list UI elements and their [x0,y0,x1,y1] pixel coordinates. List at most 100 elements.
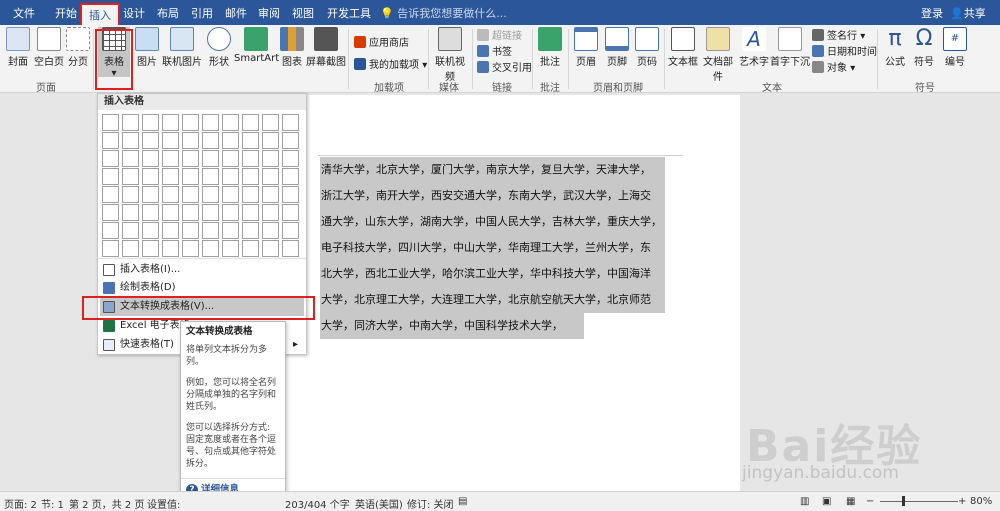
table-grid-cell[interactable] [122,150,139,167]
table-grid-cell[interactable] [142,240,159,257]
online-video-button[interactable]: 联机视频 [431,27,469,83]
wordart-button[interactable]: A 艺术字 [738,27,770,68]
cover-page-button[interactable]: 封面 [5,27,31,68]
hyperlink-button[interactable]: 超链接 [477,27,522,42]
smartart-button[interactable]: SmartArt [234,27,279,64]
table-grid-cell[interactable] [282,204,299,221]
footer-button[interactable]: 页脚 [605,27,629,68]
table-grid-cell[interactable] [182,150,199,167]
table-grid-cell[interactable] [142,114,159,131]
symbol-button[interactable]: Ω 符号 [911,27,937,69]
table-grid-cell[interactable] [282,168,299,185]
table-grid-cell[interactable] [282,132,299,149]
table-grid-cell[interactable] [242,150,259,167]
table-grid-cell[interactable] [242,204,259,221]
table-grid-cell[interactable] [282,222,299,239]
table-grid-cell[interactable] [262,114,279,131]
table-grid-cell[interactable] [222,114,239,131]
tab-insert[interactable]: 插入 [80,3,120,25]
table-grid-cell[interactable] [102,240,119,257]
table-grid-cell[interactable] [262,240,279,257]
tab-references[interactable]: 引用 [191,5,213,21]
selected-text-line[interactable]: 大学，同济大学，中南大学，中国科学技术大学， [320,313,584,339]
table-grid-cell[interactable] [142,186,159,203]
macro-icon[interactable]: ▤ [458,496,467,507]
table-grid-cell[interactable] [162,132,179,149]
table-grid-cell[interactable] [202,204,219,221]
table-grid-cell[interactable] [202,114,219,131]
document-page[interactable]: 清华大学，北京大学，厦门大学，南京大学，复旦大学，天津大学， 浙江大学，南开大学… [268,95,740,495]
chart-button[interactable]: 图表 [280,27,304,68]
table-grid-cell[interactable] [142,150,159,167]
web-layout-icon[interactable]: ▦ [846,496,855,507]
table-grid-cell[interactable] [182,222,199,239]
drop-cap-button[interactable]: 首字下沉 [770,27,810,68]
date-time-button[interactable]: 日期和时间 [812,43,877,58]
picture-button[interactable]: 图片 [135,27,159,68]
table-grid-cell[interactable] [162,204,179,221]
status-word-count[interactable]: 203/404 个字 [285,496,350,511]
online-picture-button[interactable]: 联机图片 [161,27,203,68]
table-grid-cell[interactable] [222,204,239,221]
page-break-button[interactable]: 分页 [66,27,90,68]
status-language[interactable]: 英语(美国) [355,496,403,511]
table-grid-cell[interactable] [102,150,119,167]
table-grid-cell[interactable] [162,186,179,203]
table-grid-cell[interactable] [242,132,259,149]
object-button[interactable]: 对象 ▾ [812,59,855,74]
status-page[interactable]: 页面: 2 [4,496,37,511]
table-grid-cell[interactable] [222,132,239,149]
zoom-slider[interactable] [880,501,958,502]
table-grid-cell[interactable] [262,186,279,203]
table-grid-cell[interactable] [282,114,299,131]
zoom-level[interactable]: 80% [970,496,992,507]
table-grid-cell[interactable] [102,168,119,185]
table-grid-cell[interactable] [222,240,239,257]
table-grid-cell[interactable] [242,114,259,131]
table-grid-cell[interactable] [182,240,199,257]
table-grid-cell[interactable] [202,222,219,239]
equation-button[interactable]: π 公式 [882,27,908,69]
tab-file[interactable]: 文件 [13,5,35,21]
print-layout-icon[interactable]: ▣ [822,496,831,507]
document-text[interactable]: 清华大学，北京大学，厦门大学，南京大学，复旦大学，天津大学， 浙江大学，南开大学… [320,157,665,339]
selected-text-line[interactable]: 电子科技大学，四川大学，中山大学，华南理工大学，兰州大学，东 [320,235,665,261]
tab-layout[interactable]: 布局 [157,5,179,21]
table-grid-cell[interactable] [242,168,259,185]
selected-text-line[interactable]: 清华大学，北京大学，厦门大学，南京大学，复旦大学，天津大学， [320,157,665,183]
page-number-button[interactable]: 页码 [635,27,659,68]
selected-text-line[interactable]: 大学，北京理工大学，大连理工大学，北京航空航天大学，北京师范 [320,287,665,313]
shapes-button[interactable]: 形状 [206,27,232,68]
table-grid-cell[interactable] [262,132,279,149]
table-grid-cell[interactable] [122,132,139,149]
table-grid-cell[interactable] [262,150,279,167]
tab-home[interactable]: 开始 [55,5,77,21]
table-grid-cell[interactable] [162,168,179,185]
table-grid-cell[interactable] [262,222,279,239]
textbox-button[interactable]: 文本框 [667,27,699,68]
status-track-changes[interactable]: 修订: 关闭 [407,496,454,511]
table-grid-cell[interactable] [242,240,259,257]
quick-parts-button[interactable]: 文档部件 [699,27,737,83]
table-grid-cell[interactable] [162,150,179,167]
table-grid-cell[interactable] [182,168,199,185]
login-link[interactable]: 登录 [921,5,943,21]
blank-page-button[interactable]: 空白页 [33,27,65,68]
tab-review[interactable]: 审阅 [258,5,280,21]
zoom-out-button[interactable]: − [866,496,874,507]
share-button[interactable]: 👤共享 [950,5,986,21]
table-grid-cell[interactable] [182,132,199,149]
table-grid-cell[interactable] [182,186,199,203]
table-grid-cell[interactable] [102,132,119,149]
header-button[interactable]: 页眉 [574,27,598,68]
tab-view[interactable]: 视图 [292,5,314,21]
table-grid-cell[interactable] [262,204,279,221]
table-grid-cell[interactable] [202,186,219,203]
status-page-count[interactable]: 第 2 页，共 2 页 [69,496,144,511]
table-grid-cell[interactable] [122,186,139,203]
table-grid-cell[interactable] [282,186,299,203]
table-grid-cell[interactable] [202,150,219,167]
table-grid-cell[interactable] [122,168,139,185]
table-grid-cell[interactable] [102,204,119,221]
screenshot-button[interactable]: 屏幕截图 [306,27,346,68]
